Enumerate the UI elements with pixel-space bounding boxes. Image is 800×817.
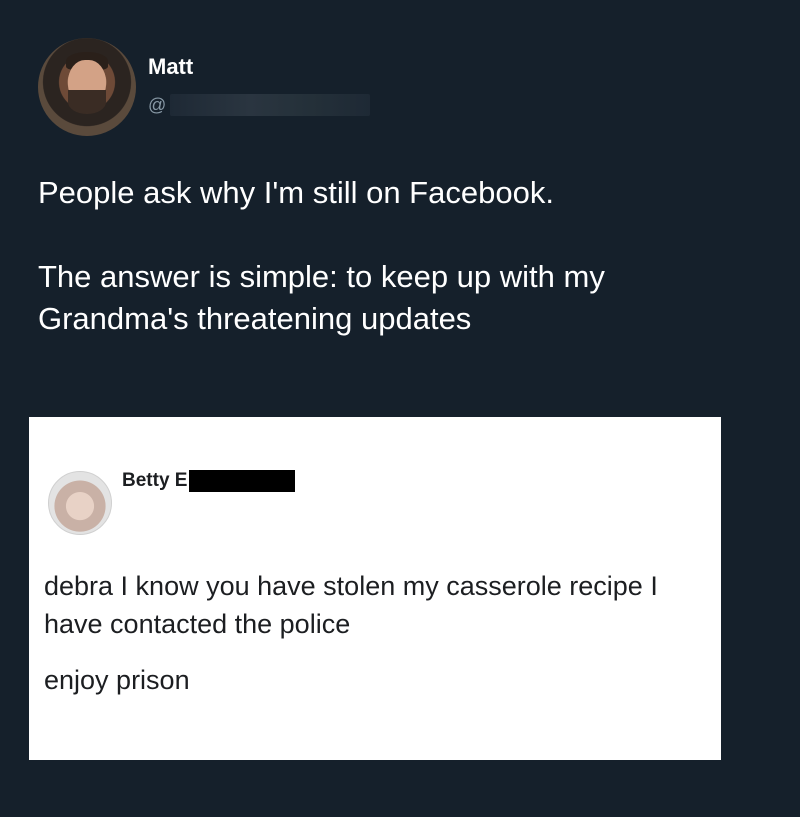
tweet-header: Matt @ [38,38,738,138]
embedded-facebook-post: Betty E debra I know you have stolen my … [29,417,721,760]
post-author-row: Betty E [122,469,296,493]
tweet-paragraph: The answer is simple: to keep up with my… [38,259,605,336]
avatar-beard [68,90,106,114]
handle-redaction [170,94,371,116]
author-display-name[interactable]: Matt [148,54,193,80]
post-paragraph: debra I know you have stolen my casserol… [44,571,658,639]
post-author-name: Betty E [122,470,188,491]
post-paragraph: enjoy prison [44,665,190,695]
tweet-text: People ask why I'm still on Facebook. Th… [38,172,758,382]
handle-prefix: @ [148,94,167,115]
post-text: debra I know you have stolen my casserol… [44,567,714,717]
author-handle[interactable]: @ [148,90,371,120]
tweet: Matt @ People ask why I'm still on Faceb… [0,0,800,817]
post-author-avatar [48,471,112,535]
tweet-paragraph: People ask why I'm still on Facebook. [38,175,554,210]
name-redaction [189,470,296,492]
author-avatar[interactable] [38,38,136,136]
